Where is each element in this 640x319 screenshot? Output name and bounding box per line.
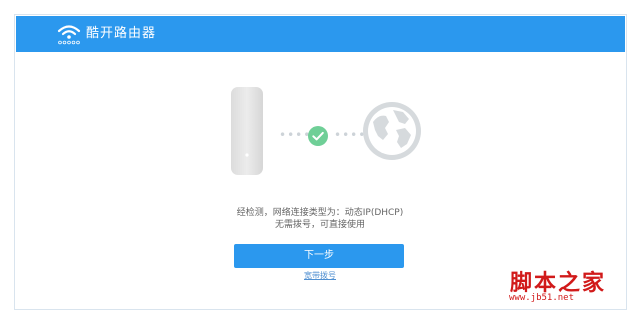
app-header: 酷开路由器 bbox=[16, 16, 625, 52]
next-step-button[interactable]: 下一步 bbox=[234, 244, 404, 268]
app-title: 酷开路由器 bbox=[86, 26, 157, 41]
no-dialup-text: 无需拨号，可直接使用 bbox=[274, 220, 365, 230]
router-icon bbox=[231, 87, 263, 175]
wifi-logo-icon bbox=[57, 25, 81, 45]
detection-result-text: 经检测，网络连接类型为：动态IP(DHCP) bbox=[236, 208, 404, 218]
globe-icon bbox=[363, 102, 421, 160]
watermark-url: www.jb51.net bbox=[509, 293, 575, 303]
check-circle-icon bbox=[308, 126, 328, 146]
